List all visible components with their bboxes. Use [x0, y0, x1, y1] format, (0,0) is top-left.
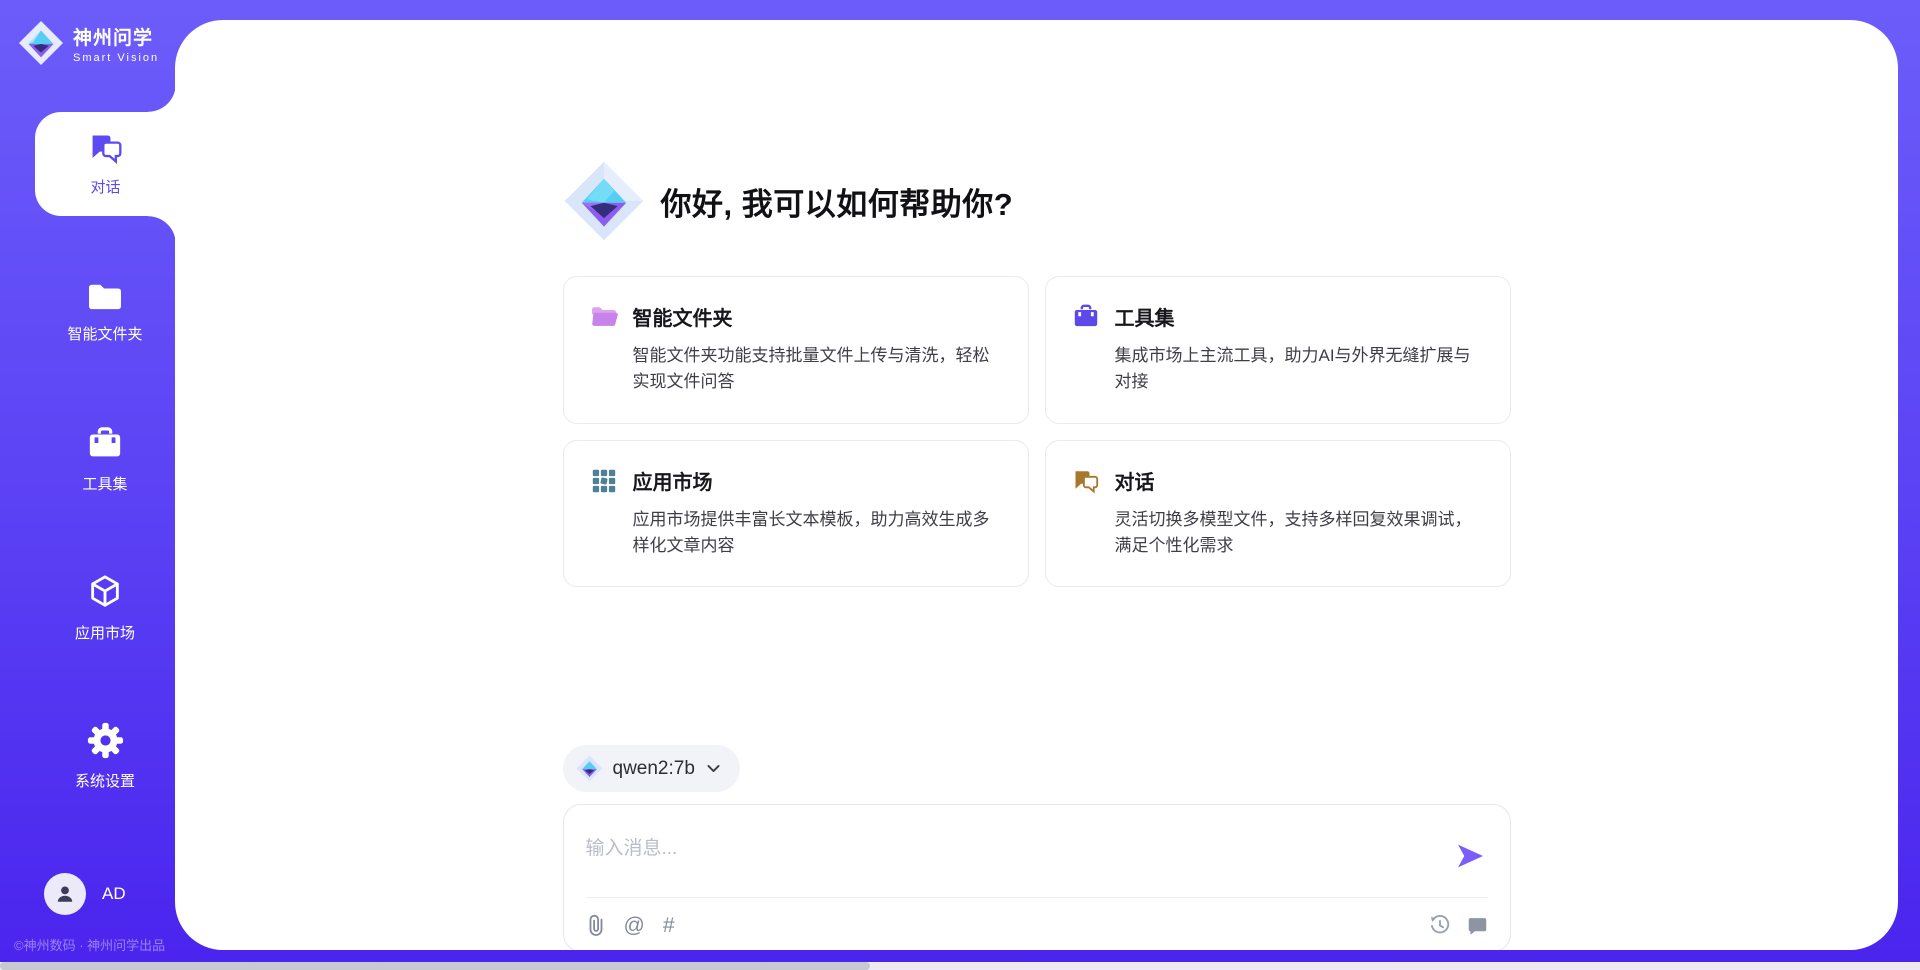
send-button[interactable] [1453, 840, 1488, 872]
sidebar-item-chat[interactable]: 对话 [35, 112, 176, 216]
sidebar-item-label: 对话 [90, 176, 120, 197]
topic-button[interactable]: # [663, 915, 675, 936]
feature-card-app-market[interactable]: 应用市场 应用市场提供丰富长文本模板，助力高效生成多样化文章内容 [563, 440, 1029, 588]
briefcase-icon [1072, 303, 1100, 331]
feature-card-smart-folder[interactable]: 智能文件夹 智能文件夹功能支持批量文件上传与清洗，轻松实现文件问答 [563, 276, 1029, 424]
history-icon [1429, 914, 1451, 936]
attach-button[interactable] [586, 913, 606, 937]
chevron-down-icon [705, 760, 722, 777]
user-account[interactable]: AD [44, 873, 175, 915]
sidebar: 神州问学 Smart Vision 对话 智能文件夹 工具集 [0, 0, 175, 970]
feature-card-chat[interactable]: 对话 灵活切换多模型文件，支持多样回复效果调试，满足个性化需求 [1045, 440, 1511, 588]
card-description: 智能文件夹功能支持批量文件上传与清洗，轻松实现文件问答 [633, 343, 1002, 396]
paperclip-icon [586, 913, 606, 937]
card-description: 集成市场上主流工具，助力AI与外界无缝扩展与对接 [1115, 343, 1484, 396]
horizontal-scrollbar-thumb[interactable] [0, 962, 870, 970]
model-selector[interactable]: qwen2:7b [563, 745, 740, 792]
model-gem-diamond-icon [576, 755, 603, 782]
card-description: 应用市场提供丰富长文本模板，助力高效生成多样化文章内容 [633, 507, 1002, 560]
sidebar-nav: 对话 智能文件夹 工具集 应用市场 [0, 112, 175, 808]
message-composer: @ # [563, 804, 1511, 950]
brand-gem-diamond-icon [18, 20, 64, 66]
user-initials: AD [102, 884, 126, 904]
main-panel: 你好, 我可以如何帮助你? 智能文件夹 智能文件夹功能支持批量文件上传与清洗，轻… [175, 20, 1898, 950]
user-avatar [44, 873, 86, 915]
sidebar-item-label: 智能文件夹 [67, 323, 142, 344]
cube-icon [86, 573, 124, 611]
feedback-button[interactable] [1467, 915, 1488, 936]
folder-open-icon [590, 303, 618, 331]
card-title: 智能文件夹 [633, 302, 1002, 331]
sidebar-item-smart-folder[interactable]: 智能文件夹 [35, 260, 175, 364]
model-name: qwen2:7b [613, 758, 695, 780]
gear-icon [87, 722, 124, 759]
card-title: 应用市场 [633, 466, 1002, 495]
chat-bubbles-icon [1072, 467, 1100, 495]
send-icon [1457, 844, 1484, 868]
sidebar-item-settings[interactable]: 系统设置 [35, 704, 175, 808]
greeting-gem-diamond-icon [563, 160, 645, 242]
greeting: 你好, 我可以如何帮助你? [563, 160, 1511, 242]
feature-card-toolset[interactable]: 工具集 集成市场上主流工具，助力AI与外界无缝扩展与对接 [1045, 276, 1511, 424]
at-icon: @ [624, 915, 645, 936]
horizontal-scrollbar[interactable] [0, 962, 1920, 970]
card-description: 灵活切换多模型文件，支持多样回复效果调试，满足个性化需求 [1115, 507, 1484, 560]
sidebar-item-label: 工具集 [82, 473, 127, 494]
message-input[interactable] [586, 825, 1453, 887]
briefcase-icon [86, 426, 124, 462]
card-title: 对话 [1115, 466, 1484, 495]
sidebar-item-label: 系统设置 [75, 770, 135, 791]
card-title: 工具集 [1115, 302, 1484, 331]
greeting-title: 你好, 我可以如何帮助你? [661, 179, 1014, 224]
feature-cards: 智能文件夹 智能文件夹功能支持批量文件上传与清洗，轻松实现文件问答 工具集 集成… [563, 276, 1511, 587]
sidebar-footer: ©神州数码 · 神州问学出品 [14, 935, 175, 954]
brand-subtitle: Smart Vision [73, 52, 159, 64]
message-icon [1467, 915, 1488, 936]
brand-name: 神州问学 [73, 23, 159, 50]
hash-icon: # [663, 915, 675, 936]
person-icon [53, 882, 77, 906]
chat-bubbles-icon [88, 131, 124, 165]
mention-button[interactable]: @ [624, 915, 645, 936]
history-button[interactable] [1429, 914, 1451, 936]
folder-icon [86, 280, 124, 312]
sidebar-item-toolset[interactable]: 工具集 [35, 408, 175, 512]
sidebar-item-label: 应用市场 [75, 622, 135, 643]
apps-grid-icon [590, 467, 618, 495]
brand: 神州问学 Smart Vision [0, 0, 175, 66]
sidebar-item-app-market[interactable]: 应用市场 [35, 556, 175, 660]
